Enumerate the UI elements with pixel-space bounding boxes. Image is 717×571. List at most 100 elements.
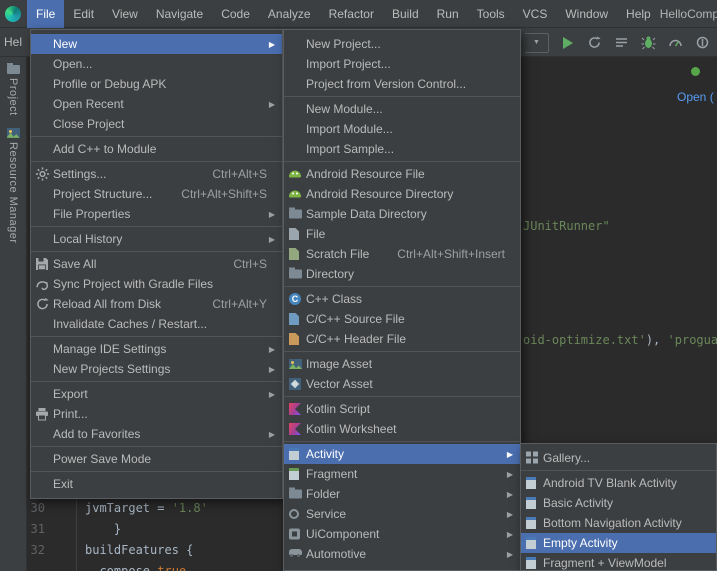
activity-menu-item-bottom-navigation-activity[interactable]: Bottom Navigation Activity (521, 513, 716, 533)
menubar-item-file[interactable]: File (27, 0, 64, 28)
file-menu-item-settings[interactable]: Settings...Ctrl+Alt+S (31, 164, 282, 184)
file-menu-item-add-to-favorites[interactable]: Add to Favorites▶ (31, 424, 282, 444)
attach-debugger-button[interactable] (694, 34, 711, 52)
file-menu-item-exit[interactable]: Exit (31, 474, 282, 494)
new-menu-item-scratch-file[interactable]: Scratch FileCtrl+Alt+Shift+Insert (284, 244, 520, 264)
file-menu-item-invalidate-caches[interactable]: Invalidate Caches / Restart... (31, 314, 282, 334)
new-menu-item-import-sample[interactable]: Import Sample... (284, 139, 520, 159)
notification-dot-icon[interactable] (691, 67, 700, 76)
new-menu-item-cpp-class[interactable]: C++ Class (284, 289, 520, 309)
run-config-chevron-icon[interactable]: ▼ (525, 33, 549, 53)
menu-separator (31, 381, 282, 382)
new-menu-item-automotive[interactable]: Automotive▶ (284, 544, 520, 564)
new-menu-item-sample-data-directory[interactable]: Sample Data Directory (284, 204, 520, 224)
code-line[interactable]: jvmTarget = '1.8' (85, 501, 208, 516)
menubar-item-build[interactable]: Build (383, 0, 428, 28)
new-menu-item-kotlin-worksheet[interactable]: Kotlin Worksheet (284, 419, 520, 439)
new-menu-item-new-project[interactable]: New Project... (284, 34, 520, 54)
new-menu-item-kotlin-script[interactable]: Kotlin Script (284, 399, 520, 419)
resource-manager-tool-window-icon[interactable] (7, 128, 20, 138)
activity-menu-item-empty-activity[interactable]: Empty Activity (521, 533, 716, 553)
new-menu-item-android-resource-file[interactable]: Android Resource File (284, 164, 520, 184)
sync-button[interactable] (586, 34, 603, 52)
menubar-item-run[interactable]: Run (428, 0, 468, 28)
file-menu-item-manage-ide-settings[interactable]: Manage IDE Settings▶ (31, 339, 282, 359)
new-menu-item-android-resource-directory[interactable]: Android Resource Directory (284, 184, 520, 204)
new-menu-item-project-from-version-control[interactable]: Project from Version Control... (284, 74, 520, 94)
menubar-item-analyze[interactable]: Analyze (259, 0, 320, 28)
file-menu-item-power-save-mode[interactable]: Power Save Mode (31, 449, 282, 469)
file-menu-item-reload-all-from-disk[interactable]: Reload All from DiskCtrl+Alt+Y (31, 294, 282, 314)
line-number: 31 (29, 522, 45, 536)
menubar-item-window[interactable]: Window (556, 0, 617, 28)
tool-window-resource-manager[interactable]: Resource Manager (7, 142, 19, 244)
new-menu-item-vector-asset[interactable]: Vector Asset (284, 374, 520, 394)
file-menu-item-new-projects-settings[interactable]: New Projects Settings▶ (31, 359, 282, 379)
save-all-icon (35, 257, 49, 271)
file-menu-item-file-properties[interactable]: File Properties▶ (31, 204, 282, 224)
file-menu-item-print[interactable]: Print... (31, 404, 282, 424)
activity-menu-item-gallery[interactable]: Gallery... (521, 448, 716, 468)
new-menu-item-import-project[interactable]: Import Project... (284, 54, 520, 74)
android-studio-logo-icon (5, 6, 21, 22)
menubar-item-refactor[interactable]: Refactor (320, 0, 383, 28)
file-menu-item-local-history[interactable]: Local History▶ (31, 229, 282, 249)
new-menu-item-uicomponent[interactable]: UiComponent▶ (284, 524, 520, 544)
file-menu-item-new[interactable]: New▶ (31, 34, 282, 54)
project-tool-window-icon[interactable] (7, 65, 20, 74)
scratch-file-icon (289, 248, 299, 260)
menubar-item-tools[interactable]: Tools (468, 0, 514, 28)
submenu-arrow-icon: ▶ (507, 550, 513, 559)
android-resource-directory-icon (289, 191, 301, 198)
code-line[interactable]: buildFeatures { (85, 543, 193, 558)
file-menu-item-save-all[interactable]: Save AllCtrl+S (31, 254, 282, 274)
file-menu-item-profile-or-debug-apk[interactable]: Profile or Debug APK (31, 74, 282, 94)
submenu-arrow-icon: ▶ (507, 530, 513, 539)
new-menu-item-service[interactable]: Service▶ (284, 504, 520, 524)
file-menu-item-open[interactable]: Open... (31, 54, 282, 74)
activity-menu-item-basic-activity[interactable]: Basic Activity (521, 493, 716, 513)
debug-button[interactable] (640, 34, 657, 52)
new-menu-item-fragment[interactable]: Fragment▶ (284, 464, 520, 484)
menu-separator (31, 136, 282, 137)
automotive-icon (289, 549, 302, 555)
menubar-item-view[interactable]: View (103, 0, 147, 28)
menubar-item-code[interactable]: Code (212, 0, 259, 28)
run-button[interactable] (559, 34, 576, 52)
menubar-item-vcs[interactable]: VCS (514, 0, 557, 28)
file-menu-item-sync-project-with-gradle-files[interactable]: Sync Project with Gradle Files (31, 274, 282, 294)
activity-menu-item-fragment-viewmodel[interactable]: Fragment + ViewModel (521, 553, 716, 571)
menu-separator (284, 286, 520, 287)
menubar-item-navigate[interactable]: Navigate (147, 0, 212, 28)
line-number: 32 (29, 543, 45, 557)
open-link[interactable]: Open ( (677, 90, 714, 104)
gradle-sync-icon (35, 277, 50, 292)
menu-separator (31, 336, 282, 337)
activity-icon (289, 448, 299, 460)
menubar-item-edit[interactable]: Edit (64, 0, 103, 28)
activity-menu-item-android-tv-blank-activity[interactable]: Android TV Blank Activity (521, 473, 716, 493)
folder-icon (289, 270, 302, 279)
new-menu-item-image-asset[interactable]: Image Asset (284, 354, 520, 374)
new-menu-item-folder[interactable]: Folder▶ (284, 484, 520, 504)
vector-asset-icon (289, 378, 301, 390)
new-menu-item-activity[interactable]: Activity▶ (284, 444, 520, 464)
breadcrumb[interactable]: Hel (4, 28, 22, 57)
file-menu-item-open-recent[interactable]: Open Recent▶ (31, 94, 282, 114)
code-line[interactable]: } (85, 522, 121, 537)
new-menu-item-import-module[interactable]: Import Module... (284, 119, 520, 139)
run-list-button[interactable] (613, 34, 630, 52)
new-menu-item-cpp-header-file[interactable]: C/C++ Header File (284, 329, 520, 349)
new-menu-item-directory[interactable]: Directory (284, 264, 520, 284)
profiler-button[interactable] (667, 34, 684, 52)
new-menu-item-new-module[interactable]: New Module... (284, 99, 520, 119)
file-menu-item-close-project[interactable]: Close Project (31, 114, 282, 134)
file-menu-item-export[interactable]: Export▶ (31, 384, 282, 404)
file-menu-item-add-cpp-to-module[interactable]: Add C++ to Module (31, 139, 282, 159)
menubar-item-help[interactable]: Help (617, 0, 660, 28)
tool-window-project[interactable]: Project (7, 78, 19, 116)
new-menu-item-cpp-source-file[interactable]: C/C++ Source File (284, 309, 520, 329)
file-menu-item-project-structure[interactable]: Project Structure...Ctrl+Alt+Shift+S (31, 184, 282, 204)
new-menu-item-file[interactable]: File (284, 224, 520, 244)
code-line[interactable]: compose true (85, 564, 186, 571)
